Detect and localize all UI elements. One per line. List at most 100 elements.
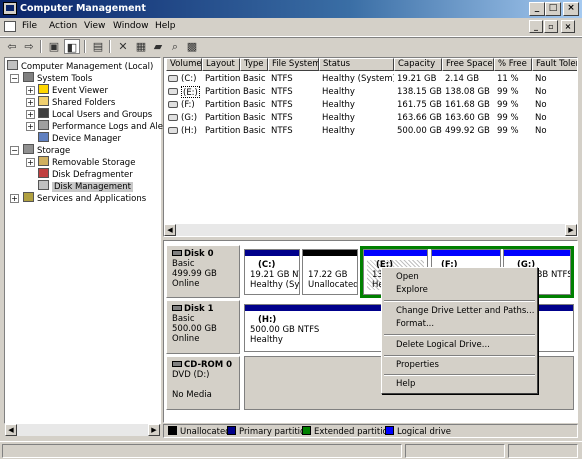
forward-arrow-icon[interactable]: ⇨ (21, 39, 37, 54)
table-cell: Basic (243, 126, 266, 136)
tree-item-disk-management[interactable]: Disk Management (38, 180, 133, 192)
volume-list[interactable]: Volume Layout Type File System Status Capacit… (163, 57, 578, 237)
mdi-icon[interactable] (4, 21, 16, 32)
volume-hscrollbar[interactable]: ◀ ▶ (164, 224, 577, 236)
table-row[interactable]: (C:) Partition Basic NTFS Healthy (System) 19… (164, 73, 577, 85)
menu-window[interactable]: Window (113, 21, 149, 31)
show-tree-icon[interactable]: ◧ (64, 39, 80, 54)
table-cell: No (535, 87, 547, 97)
table-row[interactable]: (G:) Partition Basic NTFS Healthy 163.66 GB 16… (164, 112, 577, 124)
expand-toggle[interactable]: + (26, 122, 35, 131)
column-header[interactable]: Free Space (442, 58, 494, 71)
collapse-toggle[interactable]: − (10, 74, 19, 83)
tree-item-event-viewer[interactable]: Event Viewer (38, 84, 108, 96)
column-header[interactable]: Layout (202, 58, 240, 71)
menu-file[interactable]: File (22, 21, 37, 31)
tree-item-removable-storage[interactable]: Removable Storage (38, 156, 135, 168)
properties-icon[interactable]: ▤ (90, 39, 106, 54)
menu-item-help[interactable]: Help (396, 379, 415, 389)
drive-icon (168, 127, 178, 134)
open-folder-icon[interactable]: ▰ (150, 39, 166, 54)
refresh-icon[interactable]: ▩ (184, 39, 200, 54)
properties-sheet-icon[interactable]: ▦ (133, 39, 149, 54)
disk-management-icon (38, 180, 49, 190)
child-close-button[interactable]: × (561, 20, 575, 33)
column-header[interactable]: File System (268, 58, 319, 71)
column-header[interactable]: Status (319, 58, 394, 71)
column-header[interactable]: % Free (494, 58, 532, 71)
menu-item-open[interactable]: Open (396, 272, 419, 282)
device-manager-icon (38, 132, 49, 142)
scroll-left-arrow[interactable]: ◀ (164, 224, 176, 236)
column-header[interactable]: Type (240, 58, 268, 71)
tree-item-local-users[interactable]: Local Users and Groups (38, 108, 152, 120)
table-cell: 99 % (497, 126, 519, 136)
table-cell: 2.14 GB (445, 74, 480, 84)
legend-extended: Extended partition (302, 426, 393, 438)
scroll-right-arrow[interactable]: ▶ (148, 424, 160, 436)
expand-toggle[interactable]: + (26, 98, 35, 107)
maximize-button[interactable]: □ (545, 2, 561, 16)
cdrom0-label[interactable]: CD-ROM 0 DVD (D:) No Media (166, 356, 240, 410)
tree-item-system-tools[interactable]: System Tools (23, 72, 92, 84)
column-header[interactable]: Fault Toler (532, 58, 577, 71)
back-arrow-icon[interactable]: ⇦ (4, 39, 20, 54)
column-header[interactable]: Capacity (394, 58, 442, 71)
toolbar-separator (84, 40, 86, 53)
table-cell: Partition (205, 87, 240, 97)
status-panel-main (2, 444, 402, 458)
minimize-button[interactable]: _ (529, 2, 545, 16)
delete-icon[interactable]: ✕ (115, 39, 131, 54)
partition-unallocated[interactable]: 17.22 GB Unallocated (302, 249, 358, 295)
expand-toggle[interactable]: + (10, 194, 19, 203)
menu-action[interactable]: Action (49, 21, 77, 31)
column-header[interactable]: Volume (166, 58, 202, 71)
tree-item-disk-defrag[interactable]: Disk Defragmenter (38, 168, 133, 180)
removable-storage-icon (38, 156, 49, 166)
tree-pane[interactable]: Computer Management (Local) − System Too… (4, 57, 174, 424)
tree-item-root[interactable]: Computer Management (Local) (7, 60, 153, 72)
search-icon[interactable]: ⌕ (167, 39, 183, 54)
expand-toggle[interactable]: + (26, 86, 35, 95)
up-folder-icon[interactable]: ▣ (46, 39, 62, 54)
table-row[interactable]: (H:) Partition Basic NTFS Healthy 500.00 GB 49… (164, 125, 577, 137)
table-cell: 163.66 GB (397, 113, 442, 123)
child-restore-button[interactable]: ▫ (544, 20, 558, 33)
menu-separator (384, 374, 535, 376)
menu-help[interactable]: Help (155, 21, 176, 31)
partition-status: Unallocated (308, 280, 358, 290)
disk-status: Online (172, 334, 200, 344)
menu-item-delete-logical-drive[interactable]: Delete Logical Drive... (396, 340, 490, 350)
disk0-label[interactable]: Disk 0 Basic 499.99 GB Online (166, 245, 240, 298)
table-cell: 161.68 GB (445, 100, 490, 110)
table-row[interactable]: (F:) Partition Basic NTFS Healthy 161.75 GB 16… (164, 99, 577, 111)
disk1-label[interactable]: Disk 1 Basic 500.00 GB Online (166, 300, 240, 354)
menu-item-properties[interactable]: Properties (396, 360, 439, 370)
table-cell: 138.15 GB (397, 87, 442, 97)
tree-item-device-manager[interactable]: Device Manager (38, 132, 121, 144)
scroll-left-arrow[interactable]: ◀ (5, 424, 17, 436)
expand-toggle[interactable]: + (26, 110, 35, 119)
table-row[interactable]: (E:) Partition Basic NTFS Healthy 138.15 GB 13… (164, 86, 577, 98)
collapse-toggle[interactable]: − (10, 146, 19, 155)
close-button[interactable]: × (563, 2, 579, 16)
title-bar[interactable]: Computer Management (0, 0, 582, 18)
event-viewer-icon (38, 84, 49, 94)
tree-item-perf-logs[interactable]: Performance Logs and Alerts (38, 120, 174, 132)
tree-item-shared-folders[interactable]: Shared Folders (38, 96, 115, 108)
partition-info: 17.22 GB (308, 270, 348, 280)
scroll-right-arrow[interactable]: ▶ (565, 224, 577, 236)
menu-item-format[interactable]: Format... (396, 319, 434, 329)
tree-item-storage[interactable]: Storage (23, 144, 70, 156)
tree-item-services[interactable]: Services and Applications (23, 192, 146, 204)
partition-c[interactable]: (C:) 19.21 GB NT Healthy (Sys (244, 249, 300, 295)
app-icon (3, 2, 17, 15)
tree-hscrollbar[interactable]: ◀ ▶ (5, 424, 160, 436)
menu-item-change-drive-letter[interactable]: Change Drive Letter and Paths... (396, 306, 534, 316)
defragmenter-icon (38, 168, 49, 178)
menu-view[interactable]: View (84, 21, 105, 31)
expand-toggle[interactable]: + (26, 158, 35, 167)
primary-swatch (227, 426, 236, 435)
child-minimize-button[interactable]: _ (529, 20, 543, 33)
menu-item-explore[interactable]: Explore (396, 285, 428, 295)
